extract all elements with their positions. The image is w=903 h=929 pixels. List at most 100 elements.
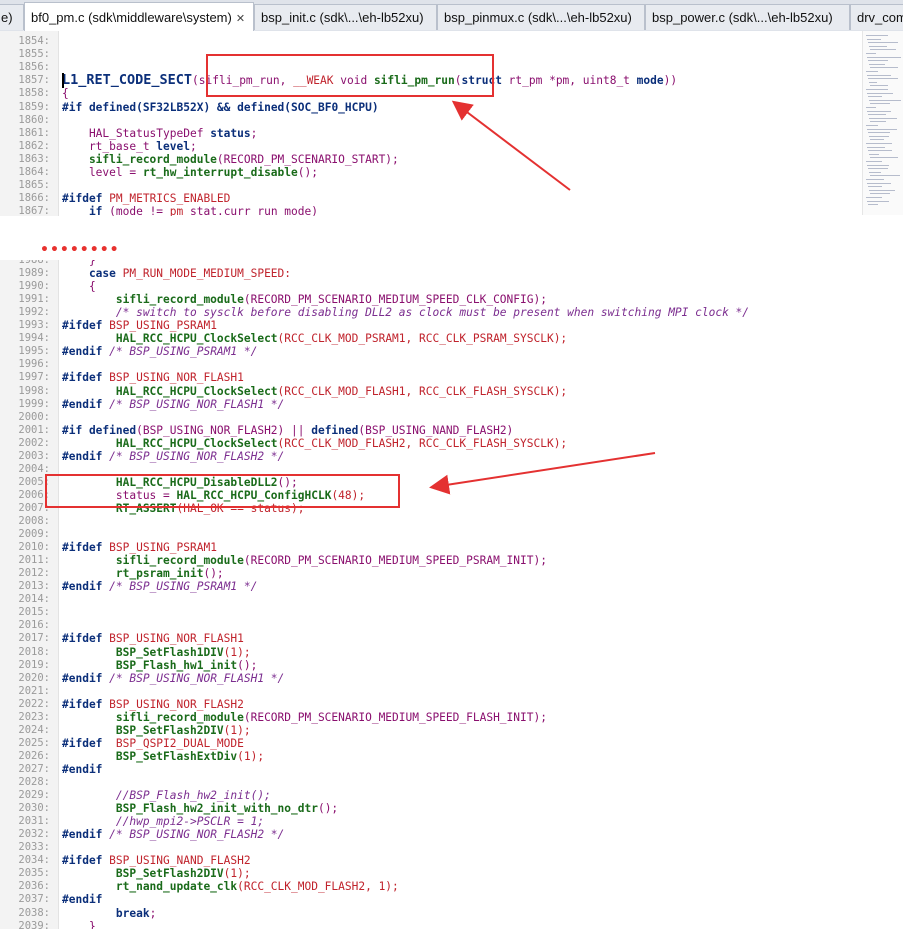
line-number: 2016: xyxy=(18,619,50,632)
tab-label: e) xyxy=(1,10,13,25)
code-token: defined xyxy=(311,423,359,437)
minimap-line xyxy=(866,197,882,198)
close-icon[interactable]: ✕ xyxy=(236,13,245,25)
code-token: (RCC_CLK_MOD_FLASH1, RCC_CLK_FLASH_SYSCL… xyxy=(277,384,568,398)
code-text: level = rt_hw_interrupt_disable(); xyxy=(62,166,318,179)
code-text: BSP_SetFlash2DIV(1); xyxy=(62,724,251,737)
tab-bsp-init[interactable]: bsp_init.c (sdk\...\eh-lb52xu) xyxy=(254,4,437,30)
line-number: 2035: xyxy=(18,867,50,880)
minimap-line xyxy=(867,182,891,184)
line-number: 1990: xyxy=(18,280,50,293)
minimap-line xyxy=(868,78,898,80)
line-number: 2003: xyxy=(18,449,50,462)
code-token: rt_base_t xyxy=(62,139,157,153)
code-token: /* BSP_USING_PSRAM1 */ xyxy=(109,580,258,594)
code-token: BSP_SetFlash2DIV xyxy=(62,867,224,881)
code-token: /* BSP_USING_NOR_FLASH1 */ xyxy=(109,397,285,411)
code-token: (HAL_OK == status); xyxy=(176,501,305,515)
code-text: BSP_Flash_hw2_init_with_no_dtr(); xyxy=(62,802,338,815)
code-text: #endif /* BSP_USING_PSRAM1 */ xyxy=(62,580,257,593)
code-text: //BSP_Flash_hw2_init(); xyxy=(62,789,271,802)
code-token: ( xyxy=(454,74,462,88)
code-text: BSP_SetFlashExtDiv(1); xyxy=(62,750,264,763)
code-token: (1); xyxy=(237,749,265,763)
code-token: case xyxy=(62,267,123,281)
line-number: 2007: xyxy=(18,501,50,514)
tab-drv-com[interactable]: drv_com xyxy=(850,4,903,30)
code-text: rt_nand_update_clk(RCC_CLK_MOD_FLASH2, 1… xyxy=(62,880,399,893)
code-token: __WEAK xyxy=(293,74,334,88)
code-text: sifli_record_module(RECORD_PM_SCENARIO_M… xyxy=(62,554,547,567)
code-token: (sifli_pm_run, xyxy=(192,74,294,88)
code-token: rt_psram_init xyxy=(62,567,204,581)
code-token: (); xyxy=(317,802,339,816)
code-text: HAL_RCC_HCPU_ClockSelect(RCC_CLK_MOD_FLA… xyxy=(62,385,567,398)
minimap-line xyxy=(870,157,898,159)
code-token: sifli_record_module xyxy=(62,710,244,724)
code-text: sifli_record_module(RECORD_PM_SCENARIO_S… xyxy=(62,153,399,166)
tab-bf0-pm[interactable]: bf0_pm.c (sdk\middleware\system) ✕ xyxy=(24,2,254,31)
line-number: 1993: xyxy=(18,319,50,332)
code-token: (SOC_BF0_HCPU) xyxy=(284,100,379,114)
code-text: #ifdef BSP_USING_NOR_FLASH1 xyxy=(62,371,244,384)
minimap-line xyxy=(866,143,892,144)
minimap[interactable] xyxy=(862,31,903,215)
code-text: sifli_record_module(RECORD_PM_SCENARIO_M… xyxy=(62,293,547,306)
minimap-line xyxy=(867,200,889,202)
tab-bsp-pinmux[interactable]: bsp_pinmux.c (sdk\...\eh-lb52xu) xyxy=(437,4,645,30)
line-number: 2026: xyxy=(18,749,50,762)
tab-bsp-power[interactable]: bsp_power.c (sdk\...\eh-lb52xu) xyxy=(645,4,850,30)
tab-partial-left[interactable]: e) xyxy=(0,4,24,30)
code-token: struct xyxy=(461,74,502,88)
minimap-line xyxy=(868,132,890,134)
code-text: /* switch to sysclk before disabling DLL… xyxy=(62,306,749,319)
code-text: #endif /* BSP_USING_NOR_FLASH1 */ xyxy=(62,398,284,411)
line-number: 2029: xyxy=(18,789,50,802)
minimap-line xyxy=(868,186,882,188)
line-number: 2039: xyxy=(18,919,50,929)
code-token: (1); xyxy=(223,723,251,737)
code-text: rt_psram_init(); xyxy=(62,567,224,580)
code-token: BSP_USING_NOR_FLASH2 xyxy=(109,697,244,711)
code-text: BSP_Flash_hw1_init(); xyxy=(62,659,257,672)
code-editor-top[interactable]: 1854: 1855: 1856: 1857: L1_RET_CODE_SECT(sif… xyxy=(0,31,903,217)
code-token: { xyxy=(62,280,96,294)
code-token: level xyxy=(156,139,190,153)
minimap-line xyxy=(869,153,879,155)
minimap-line xyxy=(866,179,884,180)
code-token: (SF32LB52X) && xyxy=(136,100,238,114)
code-text: RT_ASSERT(HAL_OK == status); xyxy=(62,502,305,515)
code-text: L1_RET_CODE_SECT(sifli_pm_run, __WEAK vo… xyxy=(62,72,678,89)
line-number: 2009: xyxy=(18,528,50,541)
code-token: #endif xyxy=(62,893,103,907)
code-token: BSP_USING_NOR_FLASH1 xyxy=(109,371,244,385)
code-token: //BSP_Flash_hw2_init(); xyxy=(62,789,271,803)
code-token: PM_METRICS_ENABLED xyxy=(109,192,231,206)
code-token: sifli_pm_run xyxy=(373,74,455,88)
code-editor-bottom[interactable]: 1988: } 1989: case PM_RUN_MODE_MEDIUM_SPE… xyxy=(0,260,903,929)
code-token: )) xyxy=(663,74,678,88)
line-number: 2017: xyxy=(18,632,50,645)
separator-dots: •••••••• xyxy=(40,242,120,258)
minimap-line xyxy=(866,71,878,72)
code-text: { xyxy=(62,87,69,100)
code-token: L1_RET_CODE_SECT xyxy=(62,72,193,89)
line-number: 1854: xyxy=(18,35,50,47)
line-number: 2024: xyxy=(18,723,50,736)
code-token: BSP_SetFlash2DIV xyxy=(62,723,224,737)
code-token: HAL_RCC_HCPU_ClockSelect xyxy=(62,384,278,398)
minimap-line xyxy=(870,67,898,69)
code-token: defined xyxy=(237,100,285,114)
tab-label: bsp_pinmux.c (sdk\...\eh-lb52xu) xyxy=(444,10,632,25)
minimap-line xyxy=(870,85,888,87)
code-text: #endif /* BSP_USING_NOR_FLASH1 */ xyxy=(62,672,284,685)
code-token: level = xyxy=(62,166,143,179)
line-number: 1994: xyxy=(18,332,50,345)
minimap-line xyxy=(867,56,901,58)
code-token: sifli_record_module xyxy=(62,152,217,166)
line-number: 1988: xyxy=(18,260,50,266)
line-number: 2028: xyxy=(18,776,50,788)
code-token: #ifdef xyxy=(62,541,110,555)
tab-label: bf0_pm.c (sdk\middleware\system) xyxy=(31,10,232,25)
minimap-line xyxy=(866,35,888,36)
